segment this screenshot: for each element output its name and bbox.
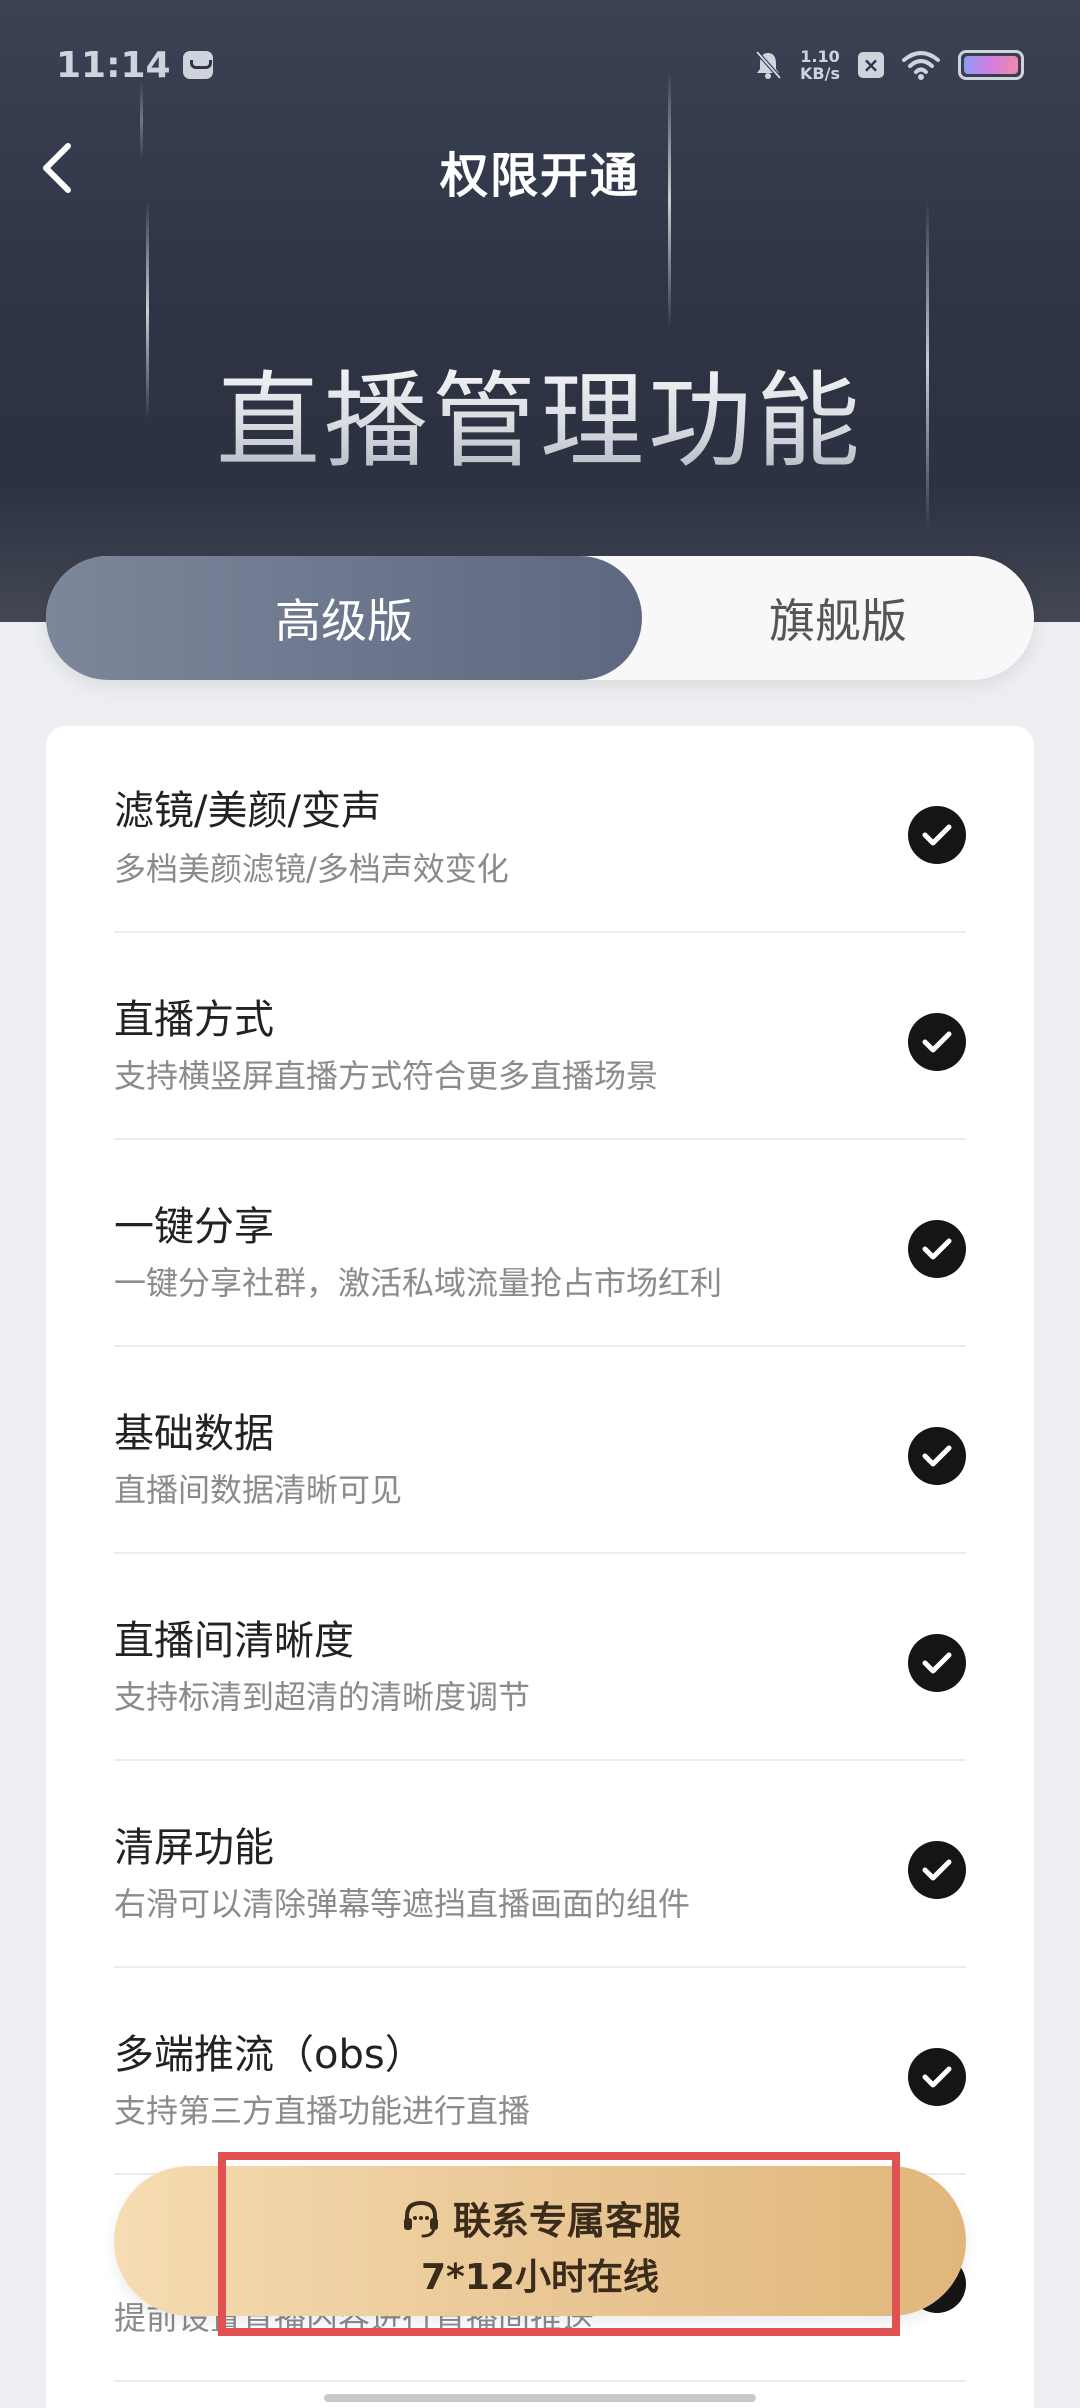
feature-name: 一键分享 <box>114 1204 274 1250</box>
check-icon <box>908 1634 966 1692</box>
notification-x-icon: × <box>858 52 884 78</box>
check-icon <box>908 806 966 864</box>
clock: 11:14 <box>56 44 171 86</box>
home-indicator[interactable] <box>324 2394 756 2402</box>
feature-name: 多端推流（obs） <box>114 2032 425 2078</box>
feature-name: 直播间清晰度 <box>114 1618 354 1664</box>
bell-off-icon <box>755 50 782 80</box>
net-speed: 1.10 KB/s <box>800 47 840 83</box>
message-icon <box>182 51 213 79</box>
check-icon <box>908 1013 966 1071</box>
feature-name: 基础数据 <box>114 1411 274 1457</box>
plan-tabs: 高级版 旗舰版 <box>46 556 1034 680</box>
feature-desc: 多档美颜滤镜/多档声效变化 <box>114 850 509 888</box>
tab-advanced[interactable]: 高级版 <box>46 556 642 680</box>
feature-desc: 支持标清到超清的清晰度调节 <box>114 1678 531 1716</box>
hero-title: 直播管理功能 <box>0 336 1080 487</box>
feature-item: 直播间清晰度 支持标清到超清的清晰度调节 <box>114 1554 966 1761</box>
feature-desc: 支持横竖屏直播方式符合更多直播场景 <box>114 1057 659 1095</box>
feature-name: 直播方式 <box>114 997 274 1043</box>
check-icon <box>908 2048 966 2106</box>
feature-item: 直播方式 支持横竖屏直播方式符合更多直播场景 <box>114 933 966 1140</box>
feature-desc: 支持第三方直播功能进行直播 <box>114 2092 531 2130</box>
wifi-icon <box>902 51 940 80</box>
feature-item: 多端推流（obs） 支持第三方直播功能进行直播 <box>114 1968 966 2175</box>
feature-desc: 右滑可以清除弹幕等遮挡直播画面的组件 <box>114 1885 691 1923</box>
feature-item: 一键分享 一键分享社群，激活私域流量抢占市场红利 <box>114 1140 966 1347</box>
highlight-box <box>218 2152 900 2336</box>
check-icon <box>908 1427 966 1485</box>
check-icon <box>908 1220 966 1278</box>
header: 11:14 1.10 KB/s × 权限开通 直播管理功能 <box>0 0 1080 622</box>
check-icon <box>908 1841 966 1899</box>
feature-name: 清屏功能 <box>114 1825 274 1871</box>
status-bar: 11:14 1.10 KB/s × <box>56 40 1024 90</box>
feature-desc: 一键分享社群，激活私域流量抢占市场红利 <box>114 1264 723 1302</box>
battery-icon <box>958 50 1024 80</box>
feature-item: 清屏功能 右滑可以清除弹幕等遮挡直播画面的组件 <box>114 1761 966 1968</box>
page-title: 权限开通 <box>439 148 640 204</box>
feature-item: 基础数据 直播间数据清晰可见 <box>114 1347 966 1554</box>
feature-desc: 直播间数据清晰可见 <box>114 1471 403 1509</box>
tab-flagship[interactable]: 旗舰版 <box>642 556 1034 680</box>
